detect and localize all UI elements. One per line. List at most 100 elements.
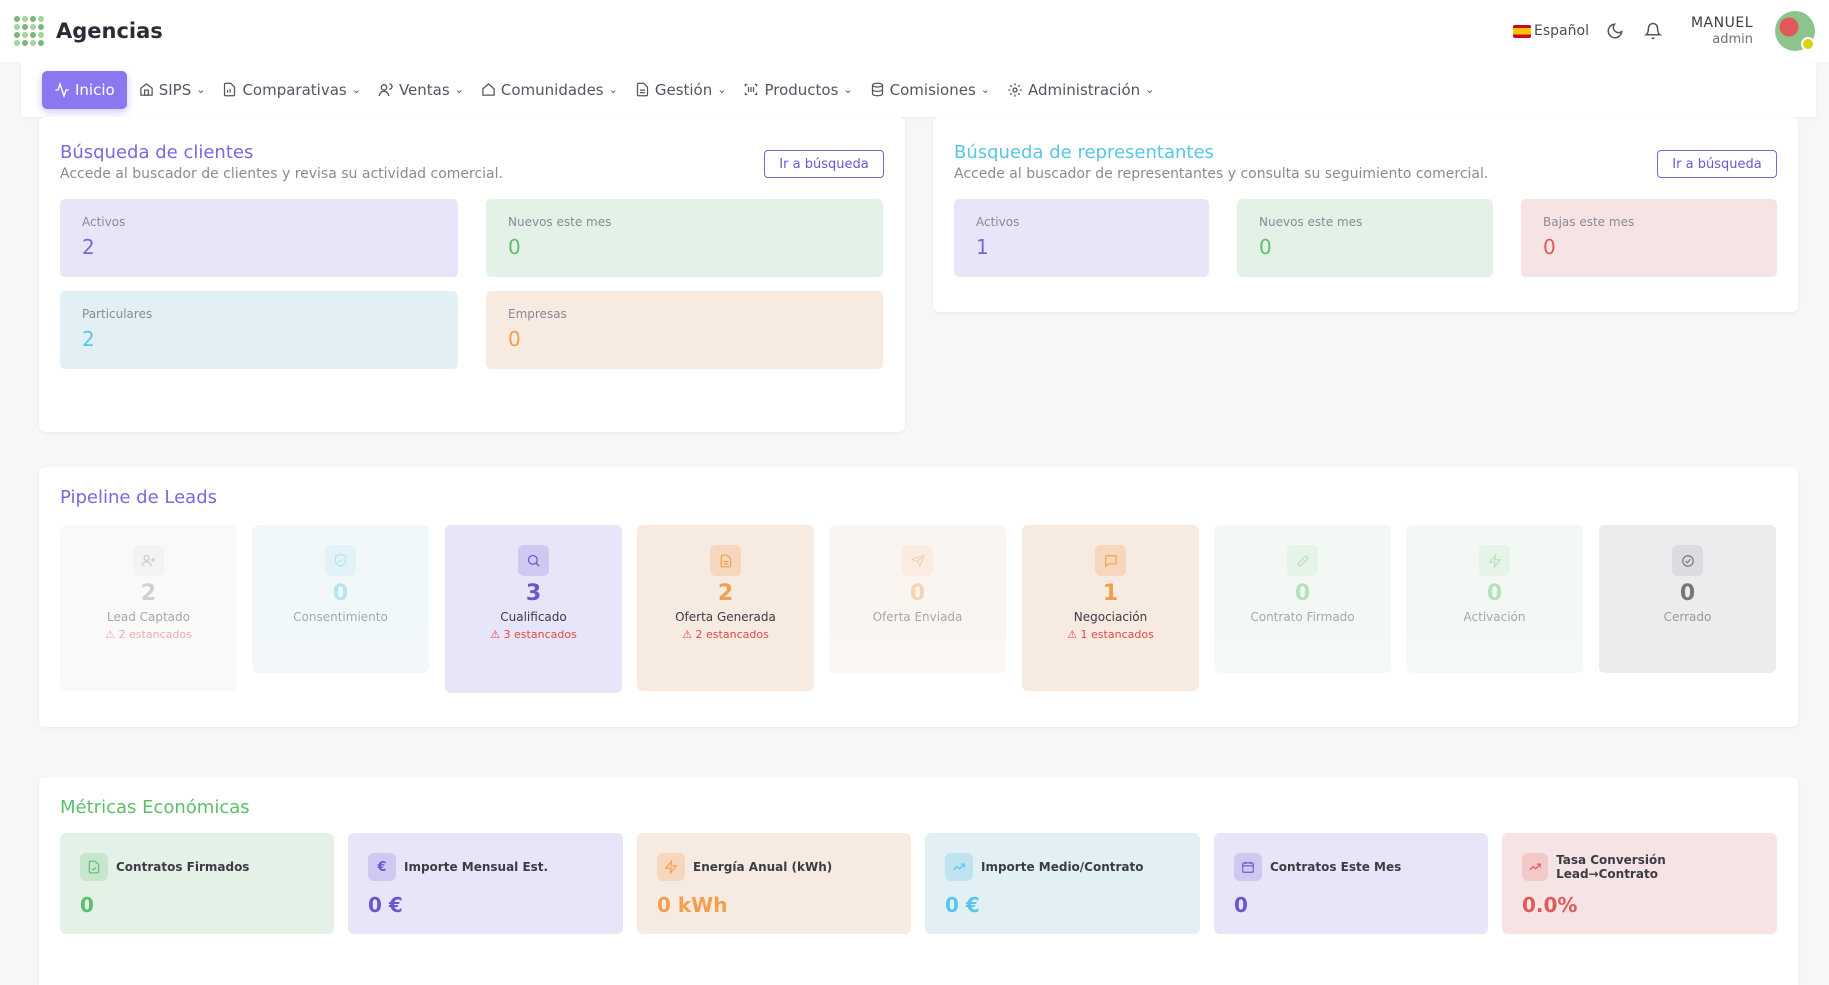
nav-item-administracion[interactable]: Administración ⌄ [1007,81,1154,99]
stage-cerrado[interactable]: 0 Cerrado [1599,525,1776,673]
stat-label: Empresas [508,307,567,321]
trending-up-icon [1522,853,1549,881]
stage-name: Cerrado [1663,610,1712,624]
clients-subtitle: Accede al buscador de clientes y revisa … [60,166,503,182]
nav-item-comparativas[interactable]: Comparativas ⌄ [222,81,361,99]
chevron-down-icon: ⌄ [717,83,727,96]
stage-name: Contrato Firmado [1250,610,1355,624]
nav-item-comisiones[interactable]: Comisiones ⌄ [870,81,990,99]
stage-count: 1 [1102,581,1119,606]
stage-contrato-firmado[interactable]: 0 Contrato Firmado [1214,525,1391,673]
metric-importe-medio: Importe Medio/Contrato 0 € [925,833,1200,934]
metric-value: 0.0% [1522,893,1578,917]
stat-value: 0 [1543,235,1556,259]
stage-stuck: ⚠ 2 estancados [105,628,192,641]
stage-count: 2 [717,581,734,606]
stage-oferta-enviada[interactable]: 0 Oferta Enviada [829,525,1006,673]
nav-label: Gestión [654,80,713,99]
search-icon [518,545,549,576]
reps-title: Búsqueda de representantes [954,142,1214,163]
file-check-icon [80,853,108,881]
signature-icon [1287,545,1318,576]
reps-stat-activos: Activos 1 [954,199,1209,277]
stat-label: Nuevos este mes [1259,215,1363,229]
barcode-icon [745,83,758,96]
metric-label: Importe Medio/Contrato [981,860,1144,874]
reps-search-button[interactable]: Ir a búsqueda [1657,150,1777,178]
bolt-icon [657,853,685,881]
dark-mode-toggle[interactable] [1603,19,1627,43]
stage-activacion[interactable]: 0 Activación [1406,525,1583,673]
stat-value: 2 [82,327,95,351]
nav-label: Comisiones [889,80,976,99]
check-circle-icon [1672,545,1703,576]
nav-item-inicio[interactable]: Inicio [42,70,127,109]
metric-value: 0 [1234,893,1248,917]
house-icon [139,83,153,96]
nav-label: Comparativas [242,80,347,99]
nav-item-productos[interactable]: Productos ⌄ [743,81,853,99]
clients-stat-activos: Activos 2 [60,199,458,277]
metric-value: 0 € [368,893,403,917]
language-selector[interactable]: Español [1513,23,1589,39]
stage-stuck: ⚠ 1 estancados [1067,628,1154,641]
chevron-down-icon: ⌄ [843,83,853,96]
stage-name: Cualificado [500,610,567,624]
stage-stuck: ⚠ 2 estancados [682,628,769,641]
nav-item-sips[interactable]: SIPS ⌄ [139,81,205,99]
stage-count: 0 [332,581,349,606]
euro-icon: € [368,853,396,881]
stage-consentimiento[interactable]: 0 Consentimiento [252,525,429,673]
user-role: admin [1712,31,1753,47]
user-avatar[interactable] [1775,11,1815,51]
clients-search-button[interactable]: Ir a búsqueda [764,150,884,178]
notifications-button[interactable] [1641,19,1665,43]
bolt-icon [1479,545,1510,576]
stage-name: Oferta Enviada [872,610,963,624]
nav-item-gestion[interactable]: Gestión ⌄ [635,80,727,99]
stage-count: 0 [1294,581,1311,606]
stat-label: Bajas este mes [1543,215,1635,229]
stage-lead-captado[interactable]: 2 Lead Captado ⚠ 2 estancados [60,525,237,691]
top-header: Agencias Español MANUEL admin [0,0,1829,62]
chevron-down-icon: ⌄ [980,83,990,96]
stage-stuck-label: 3 estancados [503,628,577,641]
stage-stuck-label: 2 estancados [118,628,192,641]
nav-item-ventas[interactable]: Ventas ⌄ [378,81,464,99]
document-icon [636,82,648,97]
chevron-down-icon: ⌄ [1145,83,1155,96]
metric-importe-mensual: € Importe Mensual Est. 0 € [348,833,623,934]
stage-cualificado[interactable]: 3 Cualificado ⚠ 3 estancados [445,525,622,693]
chevron-down-icon: ⌄ [454,83,464,96]
stage-count: 3 [525,581,542,606]
user-info[interactable]: MANUEL admin [1691,15,1753,47]
metric-label: Contratos Firmados [116,860,250,874]
nav-label: Comunidades [500,80,604,99]
user-plus-icon [133,545,164,576]
stage-negociacion[interactable]: 1 Negociación ⚠ 1 estancados [1022,525,1199,691]
reps-stat-nuevos: Nuevos este mes 0 [1237,199,1493,277]
nav-label: Inicio [75,80,115,99]
metric-label: Tasa Conversión Lead→Contrato [1556,853,1666,881]
stat-value: 0 [508,235,521,259]
nav-item-comunidades[interactable]: Comunidades ⌄ [481,81,618,99]
stat-value: 2 [82,235,95,259]
stat-value: 0 [508,327,521,351]
language-label: Español [1534,23,1589,39]
chat-icon [1095,545,1126,576]
file-chart-icon [224,82,236,97]
activity-icon [55,81,69,98]
stage-name: Lead Captado [106,610,190,624]
metric-label: Contratos Este Mes [1270,860,1402,874]
send-icon [902,545,933,576]
clients-stat-empresas: Empresas 0 [486,291,883,369]
metric-tasa-conversion: Tasa Conversión Lead→Contrato 0.0% [1502,833,1777,934]
main-nav: Inicio SIPS ⌄ Comparativas ⌄ Ventas ⌄ Co… [21,62,1816,117]
gear-icon [1008,82,1022,97]
stat-value: 1 [976,235,989,259]
metric-energia-anual: Energía Anual (kWh) 0 kWh [637,833,911,934]
stage-count: 0 [1486,581,1503,606]
stage-oferta-generada[interactable]: 2 Oferta Generada ⚠ 2 estancados [637,525,814,691]
stat-label: Activos [82,215,126,229]
trending-up-icon [945,853,973,881]
